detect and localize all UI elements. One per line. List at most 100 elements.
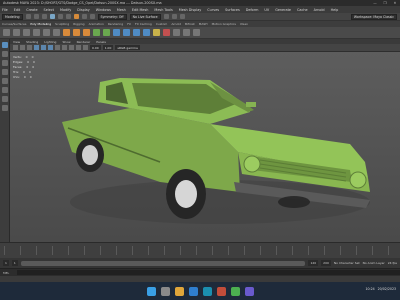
shelf-tab-rendering[interactable]: Rendering: [108, 22, 123, 26]
menu-mesh-tools[interactable]: Mesh Tools: [154, 8, 172, 12]
close-button[interactable]: ✕: [390, 1, 400, 5]
bookmark-icon[interactable]: [27, 45, 32, 50]
menu-curves[interactable]: Curves: [207, 8, 219, 12]
select-by-object-icon[interactable]: [57, 14, 63, 19]
character-set-label[interactable]: No Character Set: [334, 261, 360, 265]
smooth-shade-icon[interactable]: [48, 45, 53, 50]
shelf-tab-poly-modeling[interactable]: Poly Modeling: [30, 22, 51, 26]
poly-cone-icon[interactable]: [33, 29, 40, 36]
range-start-field[interactable]: 1: [3, 260, 9, 266]
exposure-field[interactable]: 0.00: [90, 45, 101, 50]
shelf-tab-curves-surfaces[interactable]: Curves/Surfaces: [2, 22, 26, 26]
snap-curve-icon[interactable]: [81, 14, 87, 19]
render-settings-icon[interactable]: [179, 14, 185, 19]
shelf-tab-sculpting[interactable]: Sculpting: [55, 22, 69, 26]
shelf-tab-bifrost[interactable]: Bifrost: [185, 22, 195, 26]
camera-select-icon[interactable]: [13, 45, 18, 50]
menu-select[interactable]: Select: [44, 8, 54, 12]
camera-attributes-icon[interactable]: [20, 45, 25, 50]
rotate-tool-icon[interactable]: [2, 78, 8, 84]
menu-generate[interactable]: Generate: [275, 8, 291, 12]
fill-hole-icon[interactable]: [163, 29, 170, 36]
vp-menu-renderer[interactable]: Renderer: [77, 40, 91, 44]
gamma-field[interactable]: 1.00: [102, 45, 114, 50]
poly-cylinder-icon[interactable]: [23, 29, 30, 36]
vp-menu-shading[interactable]: Shading: [26, 40, 38, 44]
menu-windows[interactable]: Windows: [96, 8, 111, 12]
store-icon[interactable]: [244, 286, 254, 296]
grid-icon[interactable]: [34, 45, 39, 50]
vp-menu-panels[interactable]: Panels: [96, 40, 106, 44]
boolean-icon[interactable]: [103, 29, 110, 36]
select-by-component-icon[interactable]: [65, 14, 71, 19]
chat-icon[interactable]: [230, 286, 240, 296]
menu-deform[interactable]: Deform: [246, 8, 259, 12]
automatic-map-icon[interactable]: [193, 29, 200, 36]
target-weld-icon[interactable]: [153, 29, 160, 36]
vp-menu-lighting[interactable]: Lighting: [44, 40, 56, 44]
command-input[interactable]: [17, 270, 400, 275]
time-slider[interactable]: [0, 242, 400, 258]
new-scene-icon[interactable]: [25, 14, 31, 19]
shelf-tab-motion-graphics[interactable]: Motion Graphics: [212, 22, 236, 26]
menu-help[interactable]: Help: [331, 8, 339, 12]
save-scene-icon[interactable]: [41, 14, 47, 19]
vp-menu-view[interactable]: View: [13, 40, 20, 44]
poly-cube-icon[interactable]: [13, 29, 20, 36]
textured-icon[interactable]: [55, 45, 60, 50]
shadows-icon[interactable]: [69, 45, 74, 50]
menu-edit-mesh[interactable]: Edit Mesh: [132, 8, 149, 12]
command-language-label[interactable]: MEL: [3, 271, 17, 275]
menu-mesh[interactable]: Mesh: [117, 8, 126, 12]
menu-create[interactable]: Create: [26, 8, 37, 12]
tray-time[interactable]: 10:24: [365, 287, 374, 291]
paint-select-icon[interactable]: [2, 60, 8, 66]
move-tool-icon[interactable]: [2, 69, 8, 75]
uv-editor-icon[interactable]: [173, 29, 180, 36]
vp-menu-show[interactable]: Show: [62, 40, 70, 44]
symmetry-dropdown[interactable]: Symmetry: Off: [97, 13, 127, 20]
poly-plane-icon[interactable]: [53, 29, 60, 36]
wireframe-icon[interactable]: [41, 45, 46, 50]
bridge-icon[interactable]: [123, 29, 130, 36]
tray-date[interactable]: 20/02/2023: [378, 287, 396, 291]
menu-edit[interactable]: Edit: [14, 8, 21, 12]
range-slider-bar[interactable]: [20, 260, 306, 266]
scale-tool-icon[interactable]: [2, 87, 8, 93]
car-model[interactable]: [10, 52, 400, 242]
menu-file[interactable]: File: [2, 8, 8, 12]
lights-icon[interactable]: [62, 45, 67, 50]
menu-arnold[interactable]: Arnold: [314, 8, 325, 12]
color-space-dropdown[interactable]: sRGB gamma: [115, 45, 140, 50]
mirror-icon[interactable]: [83, 29, 90, 36]
render-icon[interactable]: [163, 14, 169, 19]
shelf-tab-fx[interactable]: FX: [127, 22, 131, 26]
range-end-field[interactable]: 200: [321, 260, 331, 266]
browser-icon[interactable]: [188, 286, 198, 296]
menu-modify[interactable]: Modify: [60, 8, 71, 12]
start-icon[interactable]: [146, 286, 156, 296]
maximize-button[interactable]: ❐: [380, 1, 390, 5]
bevel-icon[interactable]: [133, 29, 140, 36]
shelf-tab-fx-caching[interactable]: FX Caching: [135, 22, 152, 26]
shelf-tab-custom[interactable]: Custom: [156, 22, 168, 26]
range-start-inner-field[interactable]: 1: [11, 260, 18, 266]
poly-torus-icon[interactable]: [43, 29, 50, 36]
anim-layer-label[interactable]: No Anim Layer: [363, 261, 385, 265]
maya-app-icon[interactable]: [202, 286, 212, 296]
xray-icon[interactable]: [83, 45, 88, 50]
lasso-tool-icon[interactable]: [2, 51, 8, 57]
shelf-tab-arnold[interactable]: Arnold: [171, 22, 181, 26]
planar-map-icon[interactable]: [183, 29, 190, 36]
shelf-tab-xgen[interactable]: XGen: [240, 22, 248, 26]
single-layout-icon[interactable]: [2, 96, 8, 102]
shelf-tab-animation[interactable]: Animation: [89, 22, 104, 26]
snap-point-icon[interactable]: [89, 14, 95, 19]
select-by-hierarchy-icon[interactable]: [49, 14, 55, 19]
snap-grid-icon[interactable]: [73, 14, 79, 19]
extrude-icon[interactable]: [113, 29, 120, 36]
menuset-dropdown[interactable]: Modeling: [2, 13, 23, 20]
media-icon[interactable]: [216, 286, 226, 296]
menu-cache[interactable]: Cache: [297, 8, 308, 12]
smooth-icon[interactable]: [93, 29, 100, 36]
